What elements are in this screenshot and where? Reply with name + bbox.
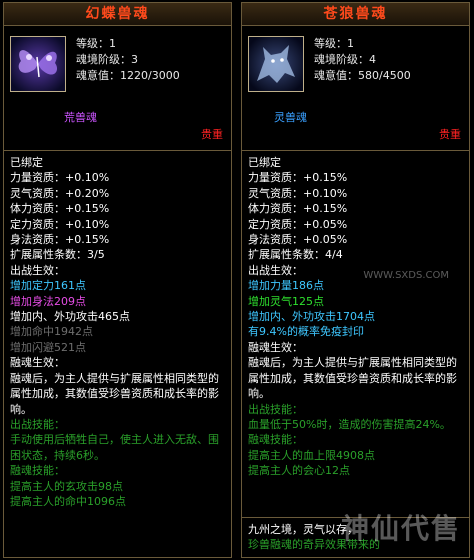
- level-text: 等级：1: [76, 37, 116, 50]
- attribute-line: 提高主人的命中1096点: [10, 494, 126, 508]
- attribute-line: 增加内、外功攻击1704点: [248, 310, 375, 324]
- attribute-line: 手动使用后牺牲自己，使主人进入无敌、围困状态，持续6秒。: [10, 433, 219, 462]
- attribute-line: 有9.4%的概率免疫封印: [248, 325, 364, 339]
- attribute-line: 提高主人的会心12点: [248, 464, 350, 478]
- level-text: 等级：1: [314, 37, 354, 50]
- attribute-line: 体力资质：+0.15%: [248, 202, 348, 216]
- attribute-line: 融魂后，为主人提供与扩展属性相同类型的属性加成，其数值受珍兽资质和成长率的影响。: [10, 371, 219, 416]
- attribute-line: 定力资质：+0.10%: [10, 217, 110, 231]
- attribute-line: 身法资质：+0.05%: [248, 233, 348, 247]
- attribute-line: 扩展属性条数：3/5: [10, 248, 105, 262]
- attribute-line: 定力资质：+0.05%: [248, 217, 348, 231]
- soul-info: 等级：1 魂境阶级：4 魂意值：580/4500: [314, 36, 411, 84]
- attribute-line: 灵气资质：+0.10%: [248, 186, 348, 200]
- attribute-line: 出战技能：: [10, 417, 65, 431]
- wolf-icon: [248, 36, 304, 92]
- attribute-line: 融魂技能：: [10, 464, 65, 478]
- attribute-line: 体力资质：+0.15%: [10, 202, 110, 216]
- attribute-line: 增加灵气125点: [248, 294, 324, 308]
- attribute-line: 力量资质：+0.15%: [248, 171, 348, 185]
- attribute-line: 身法资质：+0.15%: [10, 233, 110, 247]
- soul-info: 等级：1 魂境阶级：3 魂意值：1220/3000: [76, 36, 180, 84]
- rarity-label: 贵重: [201, 128, 223, 141]
- watermark-url: WWW.SXDS.COM: [363, 270, 449, 281]
- attribute-line: 已绑定: [248, 156, 281, 169]
- attribute-line: 增加身法209点: [10, 294, 86, 308]
- card-title: 幻蝶兽魂: [4, 3, 231, 26]
- soul-type: 灵兽魂: [274, 111, 307, 124]
- card-header: 等级：1 魂境阶级：4 魂意值：580/4500 灵兽魂 贵重: [242, 26, 469, 151]
- soul-will-text: 魂意值：580/4500: [314, 69, 411, 82]
- attribute-line: 灵气资质：+0.20%: [10, 186, 110, 200]
- watermark-logo: 神仙代售: [340, 512, 461, 545]
- attribute-line: 血量低于50%时，造成的伤害提高24%。: [248, 417, 451, 431]
- attribute-line: 扩展属性条数：4/4: [248, 248, 343, 262]
- attribute-line: 提高主人的血上限4908点: [248, 448, 375, 462]
- rarity-label: 贵重: [439, 128, 461, 141]
- attribute-line: 增加闪避521点: [10, 340, 86, 354]
- soul-card-phantom-butterfly: 幻蝶兽魂 等级：1 魂境阶级：3 魂意值：1220/3000 荒兽魂 贵重 已绑…: [3, 2, 232, 558]
- card-title: 苍狼兽魂: [242, 3, 469, 26]
- soul-card-azure-wolf: 苍狼兽魂 等级：1 魂境阶级：4 魂意值：580/4500 灵兽魂 贵重 已绑定…: [241, 2, 470, 558]
- attribute-line: 融魂技能：: [248, 433, 303, 447]
- attribute-line: 已绑定: [10, 156, 43, 169]
- realm-rank-text: 魂境阶级：4: [314, 53, 376, 66]
- butterfly-icon: [10, 36, 66, 92]
- card-header: 等级：1 魂境阶级：3 魂意值：1220/3000 荒兽魂 贵重: [4, 26, 231, 151]
- attribute-line: 提高主人的玄攻击98点: [10, 479, 123, 493]
- attribute-line: 增加命中1942点: [10, 325, 93, 339]
- soul-will-text: 魂意值：1220/3000: [76, 69, 180, 82]
- attribute-line: 融魂生效：: [248, 340, 303, 354]
- attribute-line: 出战技能：: [248, 402, 303, 416]
- attribute-list: 已绑定力量资质：+0.15% 灵气资质：+0.10% 体力资质：+0.15% 定力资质…: [242, 151, 469, 483]
- attribute-line: 融魂后，为主人提供与扩展属性相同类型的属性加成，其数值受珍兽资质和成长率的影响。: [248, 356, 457, 401]
- attribute-line: 融魂生效：: [10, 356, 65, 370]
- attribute-line: 力量资质：+0.10%: [10, 171, 110, 185]
- attribute-list: 已绑定力量资质：+0.10% 灵气资质：+0.20% 体力资质：+0.15% 定力资质…: [4, 151, 231, 513]
- attribute-line: 增加内、外功攻击465点: [10, 310, 130, 324]
- attribute-line: 出战生效：: [10, 263, 65, 277]
- attribute-line: 增加定力161点: [10, 279, 86, 293]
- soul-type: 荒兽魂: [64, 111, 97, 124]
- realm-rank-text: 魂境阶级：3: [76, 53, 138, 66]
